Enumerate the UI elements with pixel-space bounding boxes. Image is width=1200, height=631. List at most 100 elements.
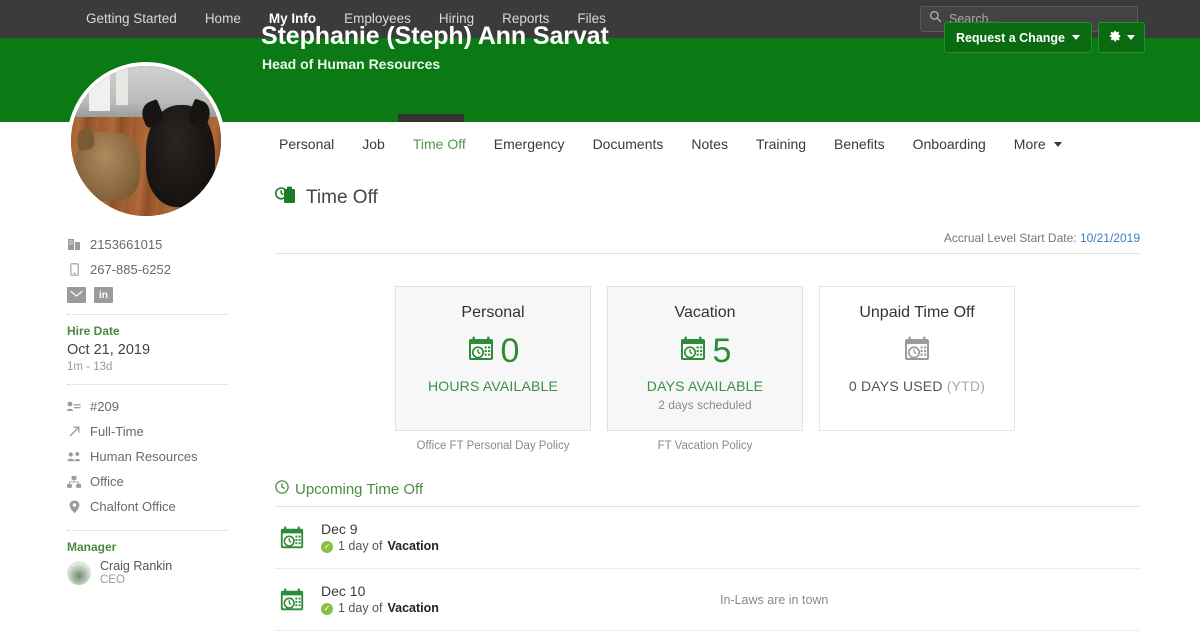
tab-time-off[interactable]: Time Off [399, 130, 480, 166]
avatar-photo [71, 66, 221, 216]
employment-type-value: Full-Time [90, 424, 144, 439]
tab-emergency[interactable]: Emergency [480, 130, 579, 166]
tab-label: Notes [691, 136, 728, 152]
chevron-down-icon [1053, 142, 1062, 147]
nav-label: Getting Started [86, 11, 177, 26]
tab-benefits[interactable]: Benefits [820, 130, 899, 166]
employment-type-row: Full-Time [0, 419, 250, 444]
accrual-level-label: Accrual Level Start Date: [943, 231, 1077, 245]
upcoming-type: Vacation [387, 601, 439, 615]
card-unit: DAYS AVAILABLE [646, 378, 764, 394]
employee-job-title: Head of Human Resources [262, 56, 441, 72]
approved-check-icon: ✓ [321, 540, 333, 553]
location-row: Chalfont Office [0, 494, 250, 519]
accrual-level-date[interactable]: 10/21/2019 [1080, 231, 1140, 245]
tab-label: Personal [279, 136, 335, 152]
location-value: Chalfont Office [90, 499, 176, 514]
time-off-icon [274, 185, 297, 211]
time-off-title: Time Off [306, 187, 378, 208]
calendar-clock-icon [467, 335, 495, 368]
email-icon[interactable] [67, 287, 86, 303]
gear-icon [1108, 29, 1122, 46]
tab-training[interactable]: Training [742, 130, 820, 166]
work-phone-row: 2153661015 [0, 232, 250, 257]
card-title: Personal [461, 304, 525, 321]
upcoming-duration: 1 day of [338, 601, 383, 615]
profile-tabs: Personal Job Time Off Emergency Document… [265, 130, 1076, 166]
tab-documents[interactable]: Documents [579, 130, 678, 166]
upcoming-detail: ✓ 1 day of Vacation [321, 600, 439, 617]
manager-label: Manager [67, 540, 117, 554]
sidebar-divider-1 [67, 314, 227, 315]
hire-date-label: Hire Date [67, 324, 120, 338]
upcoming-entry-text: Dec 9 ✓ 1 day of Vacation [321, 520, 439, 555]
balance-card-vacation[interactable]: Vacation 5 DAYS AVAILABLE 2 days schedul… [607, 286, 803, 431]
mobile-phone-value: 267-885-6252 [90, 262, 171, 277]
tab-notes[interactable]: Notes [677, 130, 742, 166]
card-amount-row [830, 331, 1004, 371]
request-a-change-button[interactable]: Request a Change [943, 22, 1092, 53]
card-unit-main: 0 DAYS USED [848, 378, 943, 394]
upcoming-duration: 1 day of [338, 539, 383, 553]
upcoming-time-off-row[interactable]: Dec 9 ✓ 1 day of Vacation [275, 507, 1140, 569]
tab-label: Documents [592, 136, 664, 152]
manager-info: Craig Rankin CEO [100, 559, 172, 587]
chevron-down-icon [1072, 35, 1080, 40]
policy-name-vacation: FT Vacation Policy [657, 440, 753, 452]
active-tab-indicator [398, 114, 464, 122]
employee-avatar[interactable] [67, 62, 225, 220]
employment-type-icon [67, 425, 81, 438]
tab-label: Benefits [834, 136, 885, 152]
employee-sidebar: 2153661015 267-885-6252 in Hire Date Oct… [0, 232, 250, 587]
tab-onboarding[interactable]: Onboarding [899, 130, 1000, 166]
tab-personal[interactable]: Personal [265, 130, 348, 166]
card-unit: 0 DAYS USED (YTD) [830, 378, 1004, 394]
hire-date-tenure: 1m - 13d [67, 361, 113, 373]
card-title: Vacation [674, 304, 736, 321]
avatar-door-trim [116, 66, 128, 105]
nav-item-getting-started[interactable]: Getting Started [72, 0, 191, 38]
card-unit: HOURS AVAILABLE [427, 378, 559, 394]
employee-id-value: #209 [90, 399, 119, 414]
balance-card-unpaid-time-off[interactable]: Unpaid Time Off 0 DAYS USED (YTD) [819, 286, 1015, 431]
time-off-section-header: Time Off [274, 185, 1140, 211]
request-a-change-label: Request a Change [955, 30, 1065, 45]
department-value: Human Resources [90, 449, 198, 464]
tab-label: Time Off [412, 136, 466, 152]
settings-gear-button[interactable] [1098, 22, 1145, 53]
office-phone-icon [67, 238, 81, 251]
balance-card-personal[interactable]: Personal 0 HOURS AVAILABLE [395, 286, 591, 431]
social-links: in [0, 282, 250, 303]
org-chart-icon [67, 475, 81, 488]
hire-date-value: Oct 21, 2019 [67, 342, 151, 358]
employee-id-row: #209 [0, 394, 250, 419]
sidebar-divider-2 [67, 384, 227, 385]
approved-check-icon: ✓ [321, 602, 333, 615]
employee-id-icon [67, 401, 81, 412]
card-amount: 5 [712, 332, 732, 370]
upcoming-time-off-row[interactable]: Dec 10 ✓ 1 day of Vacation In-Laws are i… [275, 569, 1140, 631]
manager-role: CEO [100, 574, 125, 586]
upcoming-time-off-list: Dec 9 ✓ 1 day of Vacation Dec 10 ✓ 1 day… [275, 506, 1140, 631]
card-title: Unpaid Time Off [859, 304, 975, 321]
manager-card[interactable]: Craig Rankin CEO [0, 559, 250, 587]
employee-name: Stephanie (Steph) Ann Sarvat [261, 22, 609, 50]
map-pin-icon [67, 500, 81, 514]
upcoming-date: Dec 10 [321, 583, 366, 599]
upcoming-detail: ✓ 1 day of Vacation [321, 538, 439, 555]
policy-labels: Office FT Personal Day Policy FT Vacatio… [275, 431, 1140, 452]
division-row: Office [0, 469, 250, 494]
sidebar-divider-3 [67, 530, 227, 531]
nav-item-home[interactable]: Home [191, 0, 255, 38]
department-people-icon [67, 451, 81, 462]
nav-label: Home [204, 11, 241, 26]
header-actions: Request a Change [943, 22, 1145, 53]
card-amount: 0 [500, 332, 520, 370]
tab-job[interactable]: Job [348, 130, 399, 166]
tab-more[interactable]: More [1000, 130, 1076, 166]
mobile-phone-row: 267-885-6252 [0, 257, 250, 282]
time-off-panel: Time Off Accrual Level Start Date: 10/21… [274, 185, 1140, 631]
linkedin-icon[interactable]: in [94, 287, 113, 303]
mobile-phone-icon [67, 263, 81, 276]
upcoming-time-off-title: Upcoming Time Off [295, 480, 424, 498]
